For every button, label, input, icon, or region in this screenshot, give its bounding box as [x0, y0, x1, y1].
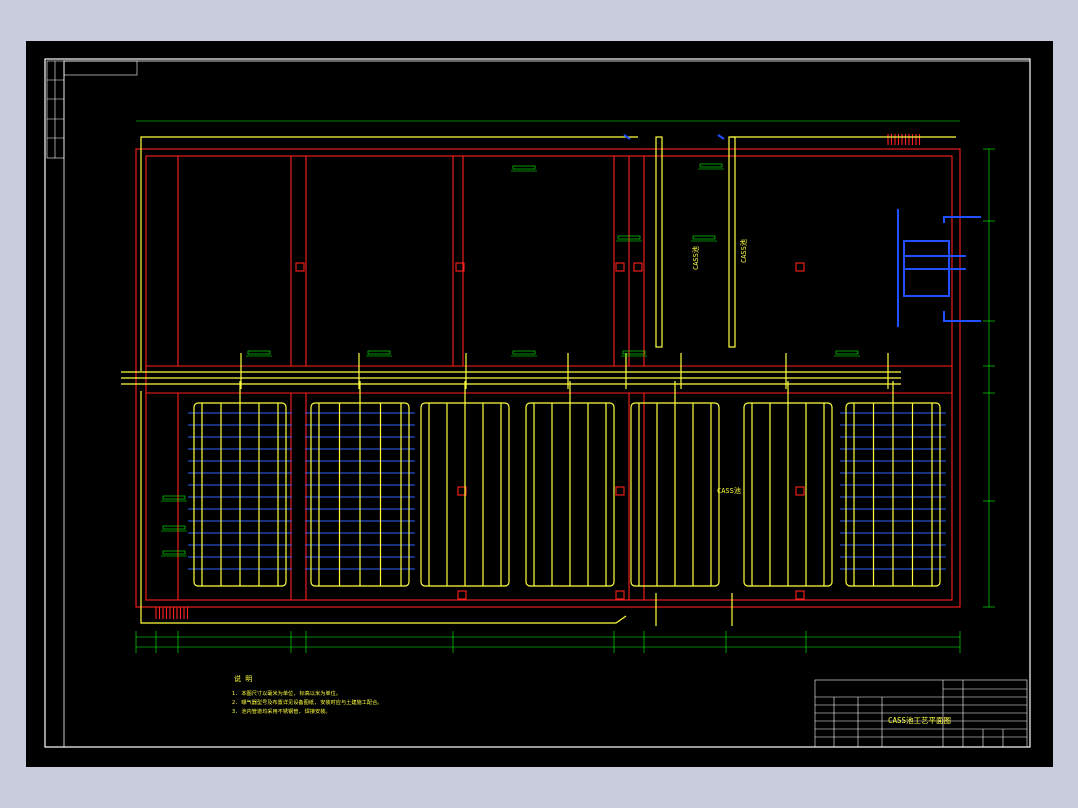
column-9: [615, 590, 625, 600]
leader-text-1: [699, 163, 723, 168]
note-line-3: 3. 池内管道均采用不锈钢管, 焊接安装。: [232, 707, 331, 715]
tank-label-1: CASS池: [691, 246, 700, 270]
leader-text-10: [162, 525, 186, 530]
cad-drawing-canvas: CASS池 CASS池 CASS池 说 明 1. 本图尺寸以毫米为单位, 标高以…: [26, 41, 1053, 767]
decanter-pipe-1: [655, 136, 663, 348]
decanter-outlet-top: [943, 216, 981, 223]
column-0: [295, 262, 305, 272]
leader-text-5: [367, 350, 391, 355]
column-3: [633, 262, 643, 272]
dimension-lines: [135, 120, 995, 653]
valve-2: [717, 134, 725, 140]
notes-heading: 说 明: [234, 674, 252, 683]
column-6: [615, 486, 625, 496]
note-line-1: 1. 本图尺寸以毫米为单位, 标高以米为单位。: [232, 689, 341, 697]
note-line-2: 2. 曝气器型号及布置详见设备图纸, 安装时应与土建施工配合。: [232, 698, 383, 706]
tank-label-3: CASS池: [717, 486, 741, 495]
perimeter-pipe-bottom: [140, 391, 627, 624]
column-2: [615, 262, 625, 272]
tank-label-2: CASS池: [739, 239, 748, 263]
perimeter-pipe-top-left: [140, 136, 638, 371]
leader-text-11: [162, 550, 186, 555]
inner-frame: [63, 60, 1031, 748]
title-block: [814, 679, 1028, 748]
leader-text-9: [162, 495, 186, 500]
column-7: [795, 486, 805, 496]
process-pipes: [121, 136, 956, 626]
tank-walls: [135, 134, 961, 619]
leader-text-6: [512, 350, 536, 355]
column-4: [795, 262, 805, 272]
decanter-assembly: [623, 134, 981, 327]
leader-text-4: [247, 350, 271, 355]
decanter-outlet-bottom: [943, 311, 981, 322]
column-8: [457, 590, 467, 600]
leader-text-3: [692, 235, 716, 240]
leader-text-8: [835, 350, 859, 355]
leader-text-0: [512, 165, 536, 170]
title-block-name: CASS池工艺平面图: [888, 715, 951, 725]
left-revision-strip: [46, 60, 138, 159]
decanter-pipe-2: [728, 136, 736, 348]
column-10: [795, 590, 805, 600]
